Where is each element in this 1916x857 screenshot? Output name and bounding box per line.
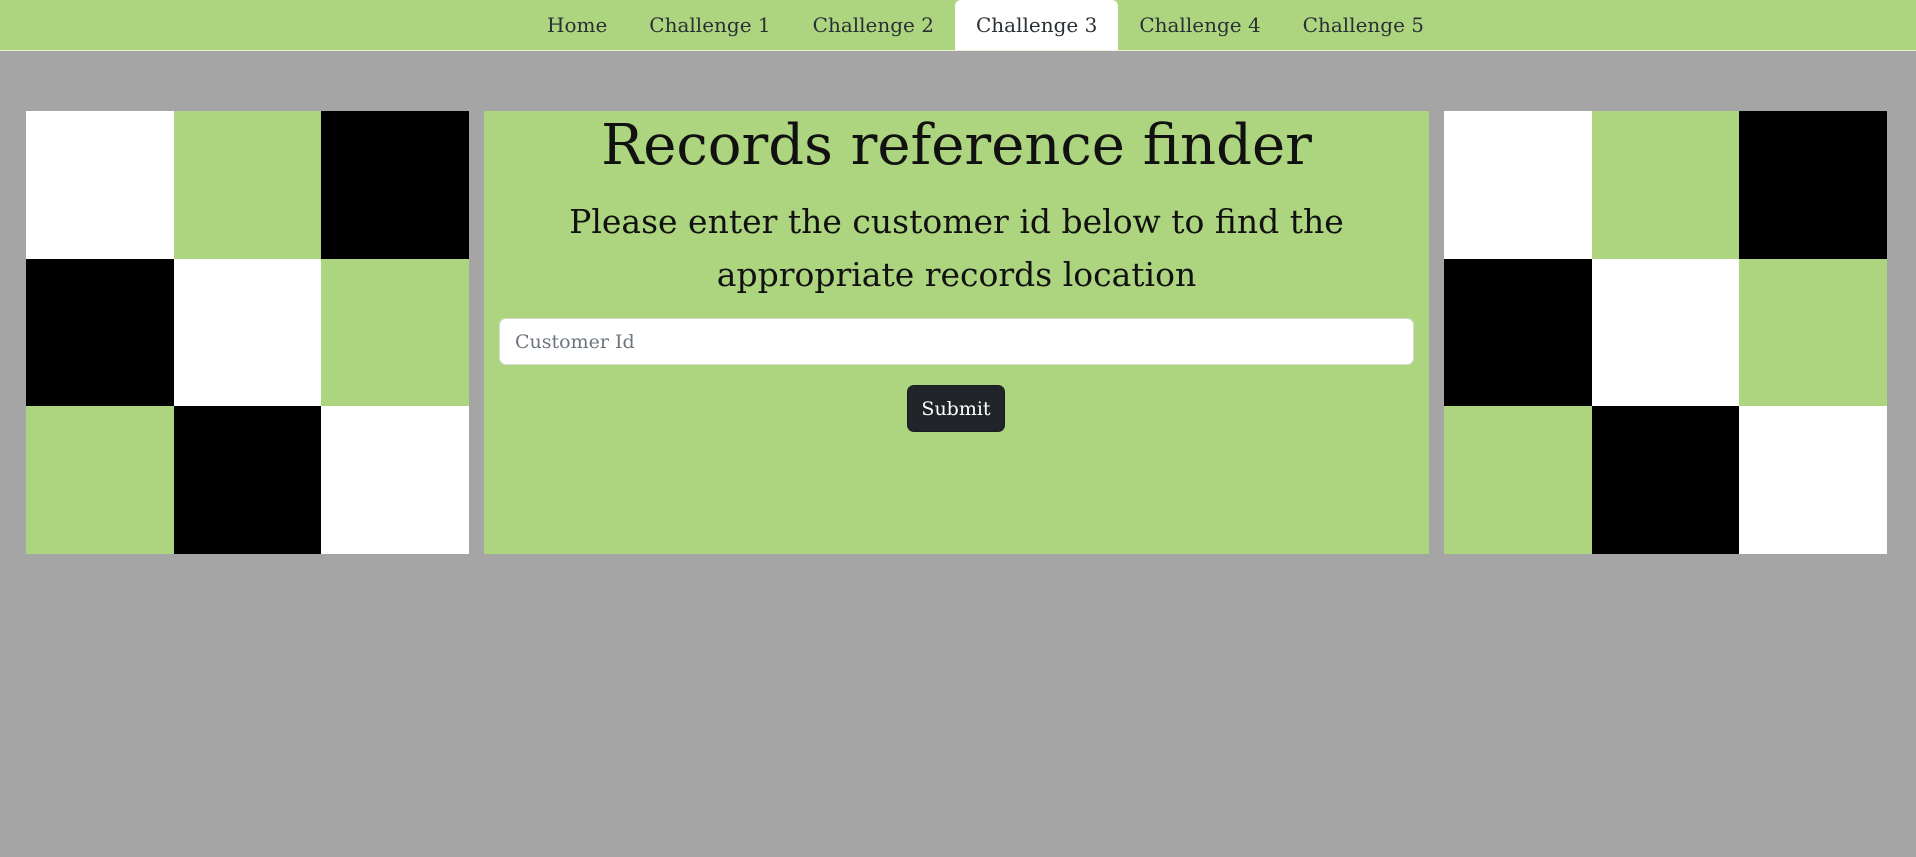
nav-tab-challenge-3[interactable]: Challenge 3	[954, 0, 1119, 50]
checker-cell-black	[173, 406, 322, 554]
top-navbar: Home Challenge 1 Challenge 2 Challenge 3…	[0, 0, 1916, 51]
left-checker-decoration	[26, 111, 469, 554]
customer-id-input[interactable]	[499, 318, 1414, 365]
records-finder-panel: Records reference finder Please enter th…	[484, 111, 1429, 554]
nav-tab-challenge-1[interactable]: Challenge 1	[628, 0, 791, 50]
checker-cell-white	[1444, 111, 1592, 259]
checker-cell-black	[321, 111, 469, 259]
checker-cell-green	[173, 111, 322, 259]
nav-tab-home[interactable]: Home	[526, 0, 628, 50]
checker-cell-white	[1739, 406, 1887, 554]
page-title: Records reference finder	[601, 113, 1312, 178]
checker-cell-white	[173, 258, 322, 407]
nav-tabs: Home Challenge 1 Challenge 2 Challenge 3…	[526, 0, 1445, 50]
checker-cell-green	[1591, 111, 1740, 259]
checker-cell-green	[1739, 258, 1887, 407]
checker-cell-black	[1739, 111, 1887, 259]
checker-cell-black	[1591, 406, 1740, 554]
checker-cell-black	[1444, 258, 1592, 407]
nav-tab-challenge-5[interactable]: Challenge 5	[1282, 0, 1445, 50]
checker-cell-white	[321, 406, 469, 554]
nav-tab-challenge-4[interactable]: Challenge 4	[1118, 0, 1281, 50]
submit-button[interactable]: Submit	[907, 385, 1005, 432]
page-subtitle: Please enter the customer id below to fi…	[569, 202, 1344, 294]
checker-cell-white	[1591, 258, 1740, 407]
checker-cell-green	[1444, 406, 1592, 554]
checker-cell-green	[26, 406, 174, 554]
checker-cell-black	[26, 258, 174, 407]
checker-cell-green	[321, 258, 469, 407]
checker-cell-white	[26, 111, 174, 259]
right-checker-decoration	[1444, 111, 1887, 554]
nav-tab-challenge-2[interactable]: Challenge 2	[792, 0, 955, 50]
